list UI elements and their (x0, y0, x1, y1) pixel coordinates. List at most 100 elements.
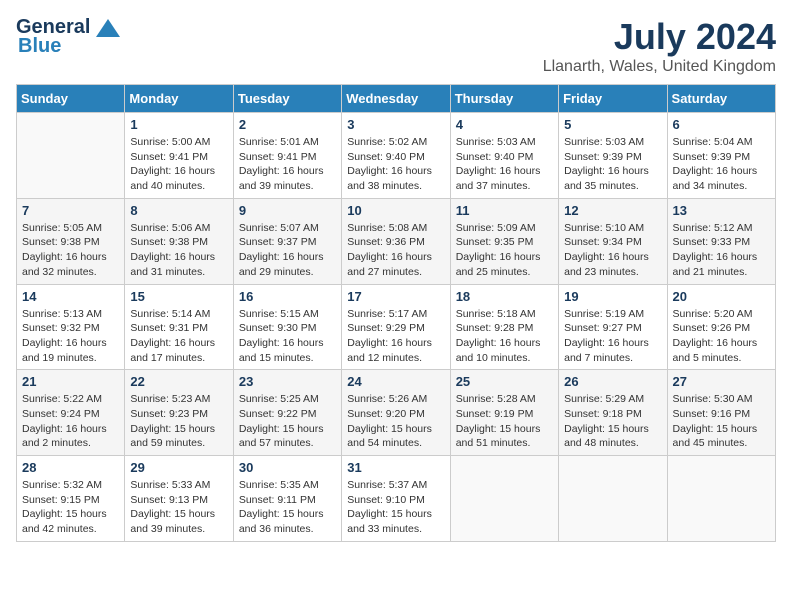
weekday-header-monday: Monday (125, 85, 233, 113)
day-info: Sunrise: 5:28 AM Sunset: 9:19 PM Dayligh… (456, 392, 553, 451)
day-number: 27 (673, 374, 770, 389)
calendar-cell: 19Sunrise: 5:19 AM Sunset: 9:27 PM Dayli… (559, 284, 667, 370)
weekday-header-thursday: Thursday (450, 85, 558, 113)
day-number: 16 (239, 289, 336, 304)
day-info: Sunrise: 5:05 AM Sunset: 9:38 PM Dayligh… (22, 221, 119, 280)
calendar-cell (450, 456, 558, 542)
day-number: 28 (22, 460, 119, 475)
location: Llanarth, Wales, United Kingdom (543, 58, 776, 76)
day-info: Sunrise: 5:01 AM Sunset: 9:41 PM Dayligh… (239, 135, 336, 194)
day-number: 13 (673, 203, 770, 218)
day-info: Sunrise: 5:10 AM Sunset: 9:34 PM Dayligh… (564, 221, 661, 280)
day-number: 31 (347, 460, 444, 475)
calendar-cell: 28 Sunrise: 5:32 AM Sunset: 9:15 PM Dayli… (17, 456, 125, 542)
calendar-cell: 31 Sunrise: 5:37 AM Sunset: 9:10 PM Dayli… (342, 456, 450, 542)
day-number: 15 (130, 289, 227, 304)
day-number: 10 (347, 203, 444, 218)
day-info: Sunrise: 5:32 AM Sunset: 9:15 PM Dayligh… (22, 478, 119, 537)
weekday-header-saturday: Saturday (667, 85, 775, 113)
day-info: Sunrise: 5:08 AM Sunset: 9:36 PM Dayligh… (347, 221, 444, 280)
calendar-cell: 24 Sunrise: 5:26 AM Sunset: 9:20 PM Dayli… (342, 370, 450, 456)
calendar-cell: 3 Sunrise: 5:02 AM Sunset: 9:40 PM Daylig… (342, 113, 450, 199)
day-info: Sunrise: 5:25 AM Sunset: 9:22 PM Dayligh… (239, 392, 336, 451)
day-number: 4 (456, 117, 553, 132)
calendar-cell: 16 Sunrise: 5:15 AM Sunset: 9:30 PM Dayli… (233, 284, 341, 370)
calendar-cell (667, 456, 775, 542)
calendar-cell: 2 Sunrise: 5:01 AM Sunset: 9:41 PM Daylig… (233, 113, 341, 199)
day-info: Sunrise: 5:19 AM Sunset: 9:27 PM Dayligh… (564, 307, 661, 366)
calendar-body: 1Sunrise: 5:00 AM Sunset: 9:41 PM Daylig… (17, 113, 776, 542)
day-info: Sunrise: 5:37 AM Sunset: 9:10 PM Dayligh… (347, 478, 444, 537)
day-number: 23 (239, 374, 336, 389)
day-number: 22 (130, 374, 227, 389)
day-number: 7 (22, 203, 119, 218)
day-info: Sunrise: 5:03 AM Sunset: 9:39 PM Dayligh… (564, 135, 661, 194)
logo-icon (94, 17, 122, 39)
calendar-cell: 14Sunrise: 5:13 AM Sunset: 9:32 PM Dayli… (17, 284, 125, 370)
day-info: Sunrise: 5:22 AM Sunset: 9:24 PM Dayligh… (22, 392, 119, 451)
day-info: Sunrise: 5:29 AM Sunset: 9:18 PM Dayligh… (564, 392, 661, 451)
day-number: 2 (239, 117, 336, 132)
day-info: Sunrise: 5:03 AM Sunset: 9:40 PM Dayligh… (456, 135, 553, 194)
day-info: Sunrise: 5:26 AM Sunset: 9:20 PM Dayligh… (347, 392, 444, 451)
calendar-week-4: 21 Sunrise: 5:22 AM Sunset: 9:24 PM Dayli… (17, 370, 776, 456)
day-number: 1 (130, 117, 227, 132)
day-number: 6 (673, 117, 770, 132)
page-header: General Blue July 2024 Llanarth, Wales, … (16, 16, 776, 76)
calendar-cell: 30 Sunrise: 5:35 AM Sunset: 9:11 PM Dayli… (233, 456, 341, 542)
day-number: 21 (22, 374, 119, 389)
day-info: Sunrise: 5:20 AM Sunset: 9:26 PM Dayligh… (673, 307, 770, 366)
day-info: Sunrise: 5:30 AM Sunset: 9:16 PM Dayligh… (673, 392, 770, 451)
calendar-cell: 4 Sunrise: 5:03 AM Sunset: 9:40 PM Daylig… (450, 113, 558, 199)
day-number: 18 (456, 289, 553, 304)
calendar-cell: 27 Sunrise: 5:30 AM Sunset: 9:16 PM Dayli… (667, 370, 775, 456)
calendar-cell: 9Sunrise: 5:07 AM Sunset: 9:37 PM Daylig… (233, 198, 341, 284)
calendar-cell: 10 Sunrise: 5:08 AM Sunset: 9:36 PM Dayli… (342, 198, 450, 284)
calendar-cell: 17 Sunrise: 5:17 AM Sunset: 9:29 PM Dayli… (342, 284, 450, 370)
day-number: 25 (456, 374, 553, 389)
day-number: 8 (130, 203, 227, 218)
day-info: Sunrise: 5:02 AM Sunset: 9:40 PM Dayligh… (347, 135, 444, 194)
day-number: 14 (22, 289, 119, 304)
calendar-cell: 18 Sunrise: 5:18 AM Sunset: 9:28 PM Dayli… (450, 284, 558, 370)
day-info: Sunrise: 5:12 AM Sunset: 9:33 PM Dayligh… (673, 221, 770, 280)
day-number: 12 (564, 203, 661, 218)
day-number: 20 (673, 289, 770, 304)
calendar-cell: 6Sunrise: 5:04 AM Sunset: 9:39 PM Daylig… (667, 113, 775, 199)
calendar-cell (17, 113, 125, 199)
calendar-cell: 7 Sunrise: 5:05 AM Sunset: 9:38 PM Daylig… (17, 198, 125, 284)
weekday-header-friday: Friday (559, 85, 667, 113)
calendar-week-2: 7 Sunrise: 5:05 AM Sunset: 9:38 PM Daylig… (17, 198, 776, 284)
day-info: Sunrise: 5:33 AM Sunset: 9:13 PM Dayligh… (130, 478, 227, 537)
day-info: Sunrise: 5:35 AM Sunset: 9:11 PM Dayligh… (239, 478, 336, 537)
calendar-cell: 15Sunrise: 5:14 AM Sunset: 9:31 PM Dayli… (125, 284, 233, 370)
calendar-cell: 13 Sunrise: 5:12 AM Sunset: 9:33 PM Dayli… (667, 198, 775, 284)
day-info: Sunrise: 5:17 AM Sunset: 9:29 PM Dayligh… (347, 307, 444, 366)
day-number: 24 (347, 374, 444, 389)
weekday-header-wednesday: Wednesday (342, 85, 450, 113)
day-number: 3 (347, 117, 444, 132)
day-info: Sunrise: 5:18 AM Sunset: 9:28 PM Dayligh… (456, 307, 553, 366)
day-number: 26 (564, 374, 661, 389)
day-number: 9 (239, 203, 336, 218)
month-year: July 2024 (543, 16, 776, 58)
day-info: Sunrise: 5:09 AM Sunset: 9:35 PM Dayligh… (456, 221, 553, 280)
title-section: July 2024 Llanarth, Wales, United Kingdo… (543, 16, 776, 76)
calendar-cell: 22Sunrise: 5:23 AM Sunset: 9:23 PM Dayli… (125, 370, 233, 456)
calendar-week-1: 1Sunrise: 5:00 AM Sunset: 9:41 PM Daylig… (17, 113, 776, 199)
day-number: 17 (347, 289, 444, 304)
logo-blue: Blue (18, 35, 61, 58)
calendar-cell: 21 Sunrise: 5:22 AM Sunset: 9:24 PM Dayli… (17, 370, 125, 456)
day-number: 29 (130, 460, 227, 475)
calendar-cell: 8Sunrise: 5:06 AM Sunset: 9:38 PM Daylig… (125, 198, 233, 284)
calendar-cell: 23 Sunrise: 5:25 AM Sunset: 9:22 PM Dayli… (233, 370, 341, 456)
day-info: Sunrise: 5:15 AM Sunset: 9:30 PM Dayligh… (239, 307, 336, 366)
calendar-cell: 20 Sunrise: 5:20 AM Sunset: 9:26 PM Dayli… (667, 284, 775, 370)
weekday-header-tuesday: Tuesday (233, 85, 341, 113)
day-number: 30 (239, 460, 336, 475)
calendar-cell: 29 Sunrise: 5:33 AM Sunset: 9:13 PM Dayli… (125, 456, 233, 542)
calendar-cell: 25 Sunrise: 5:28 AM Sunset: 9:19 PM Dayli… (450, 370, 558, 456)
calendar-cell: 11Sunrise: 5:09 AM Sunset: 9:35 PM Dayli… (450, 198, 558, 284)
calendar-cell (559, 456, 667, 542)
weekday-header-sunday: Sunday (17, 85, 125, 113)
